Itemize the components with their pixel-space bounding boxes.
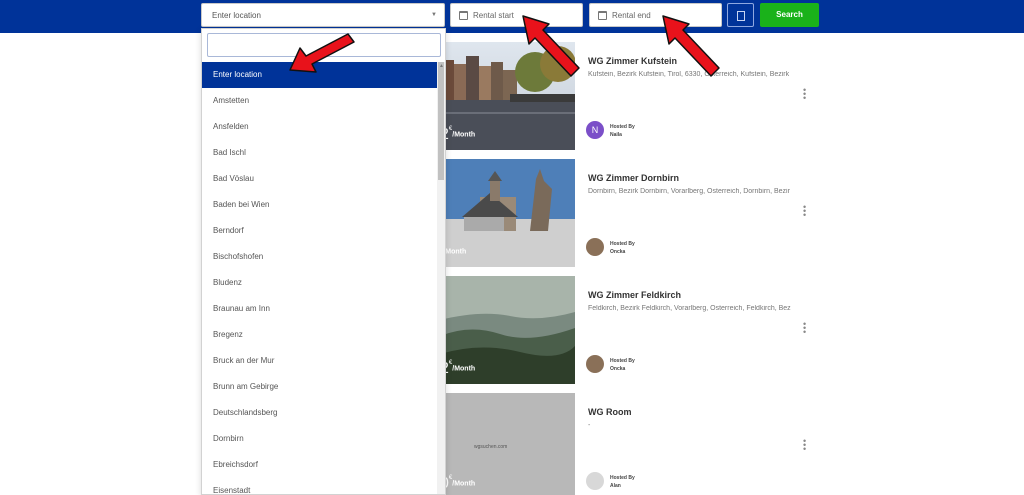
rental-end-placeholder: Rental end [612, 11, 651, 20]
location-option[interactable]: Bregenz [202, 322, 438, 348]
hosted-by-label: Hosted By [610, 358, 635, 364]
location-option[interactable]: Berndorf [202, 218, 438, 244]
search-button[interactable]: Search [760, 3, 819, 27]
rental-end-input[interactable]: Rental end [589, 3, 722, 27]
location-search-input[interactable] [207, 33, 441, 57]
listing-image[interactable]: 2€/Month [440, 276, 575, 384]
location-option[interactable]: Bruck an der Mur [202, 348, 438, 374]
listing-address: Feldkirch, Bezirk Feldkirch, Vorarlberg,… [588, 305, 791, 312]
dropdown-scrollbar[interactable]: ▲ [437, 62, 445, 494]
location-option[interactable]: Braunau am Inn [202, 296, 438, 322]
scrollbar-thumb[interactable] [438, 62, 444, 180]
listing-title[interactable]: WG Room [588, 407, 632, 417]
location-options-list: Enter location Amstetten Ansfelden Bad I… [202, 62, 438, 494]
host-info: Hosted By Oncka [586, 238, 706, 258]
location-option[interactable]: Ebreichsdorf [202, 452, 438, 478]
location-option[interactable]: Amstetten [202, 88, 438, 114]
location-option[interactable]: Bad Ischl [202, 140, 438, 166]
location-option[interactable]: Dornbirn [202, 426, 438, 452]
listing-address: Dornbirn, Bezirk Dornbirn, Vorarlberg, Ö… [588, 188, 790, 195]
host-info: N Hosted By Naila [586, 121, 706, 141]
listing-card[interactable]: €/Month WG Zimmer Dornbirn Dornbirn, Bez… [440, 159, 820, 267]
listing-address: Kufstein, Bezirk Kufstein, Tirol, 6330, … [588, 71, 790, 78]
filter-button[interactable] [727, 3, 754, 27]
listing-title[interactable]: WG Zimmer Feldkirch [588, 290, 681, 300]
listing-title[interactable]: WG Zimmer Kufstein [588, 56, 677, 66]
avatar[interactable] [586, 355, 604, 373]
location-option[interactable]: Enter location [202, 62, 438, 88]
listing-image[interactable]: €/Month [440, 159, 575, 267]
avatar[interactable] [586, 238, 604, 256]
scroll-up-icon[interactable]: ▲ [439, 63, 444, 69]
rental-start-placeholder: Rental start [473, 11, 514, 20]
host-name: Alan [610, 483, 621, 489]
location-select-value: Enter location [212, 11, 261, 20]
avatar[interactable] [586, 472, 604, 490]
top-search-bar: Enter location ▼ Rental start Rental end… [0, 0, 1024, 33]
hosted-by-label: Hosted By [610, 241, 635, 247]
location-dropdown: Enter location Amstetten Ansfelden Bad I… [201, 28, 446, 495]
more-options-icon[interactable]: • • • [803, 86, 806, 103]
host-name: Naila [610, 132, 622, 138]
more-options-icon[interactable]: • • • [803, 203, 806, 220]
calendar-icon [598, 11, 607, 20]
location-option[interactable]: Bad Vöslau [202, 166, 438, 192]
host-name: Oncka [610, 366, 626, 372]
calendar-icon [459, 11, 468, 20]
more-options-icon[interactable]: • • • [803, 437, 806, 454]
listing-card[interactable]: 2€/Month WG Zimmer Kufstein Kufstein, Be… [440, 42, 820, 150]
location-option[interactable]: Deutschlandsberg [202, 400, 438, 426]
location-option[interactable]: Bischofshofen [202, 244, 438, 270]
hosted-by-label: Hosted By [610, 475, 635, 481]
host-info: Hosted By Alan [586, 472, 706, 492]
location-option[interactable]: Bludenz [202, 270, 438, 296]
more-options-icon[interactable]: • • • [803, 320, 806, 337]
listing-image[interactable]: wgsuchen.com 0€/Month [440, 393, 575, 495]
chevron-down-icon: ▼ [431, 12, 437, 18]
location-option[interactable]: Brunn am Gebirge [202, 374, 438, 400]
host-name: Oncka [610, 249, 626, 255]
rental-start-input[interactable]: Rental start [450, 3, 583, 27]
hosted-by-label: Hosted By [610, 124, 635, 130]
listing-card[interactable]: 2€/Month WG Zimmer Feldkirch Feldkirch, … [440, 276, 820, 384]
location-option[interactable]: Eisenstadt [202, 478, 438, 494]
image-caption: wgsuchen.com [474, 444, 508, 450]
avatar[interactable]: N [586, 121, 604, 139]
location-option[interactable]: Baden bei Wien [202, 192, 438, 218]
listing-address: - [588, 422, 591, 429]
listing-card[interactable]: wgsuchen.com 0€/Month WG Room - ••• Host… [440, 393, 820, 495]
listing-image[interactable]: 2€/Month [440, 42, 575, 150]
host-info: Hosted By Oncka [586, 355, 706, 375]
listing-title[interactable]: WG Zimmer Dornbirn [588, 173, 679, 183]
location-select[interactable]: Enter location ▼ [201, 3, 445, 27]
filter-icon [737, 11, 745, 21]
location-option[interactable]: Ansfelden [202, 114, 438, 140]
